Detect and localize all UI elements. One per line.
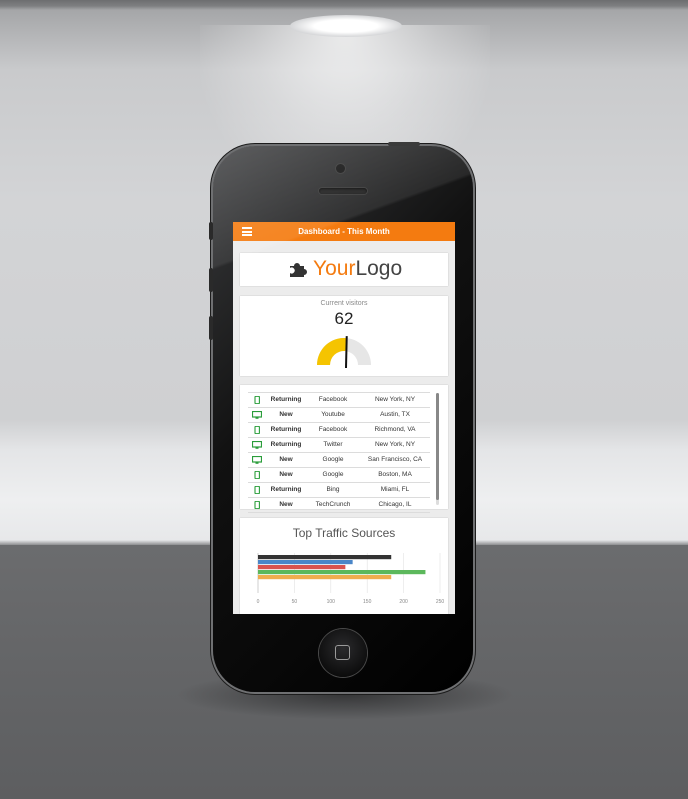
visitor-source: Twitter bbox=[323, 441, 343, 448]
mute-switch bbox=[209, 222, 213, 240]
mobile-icon bbox=[254, 396, 260, 404]
gauge-fill bbox=[317, 338, 347, 365]
volume-down-button bbox=[209, 316, 213, 340]
visitor-type: New bbox=[279, 411, 293, 418]
x-tick-label: 100 bbox=[327, 599, 336, 605]
x-tick-label: 150 bbox=[363, 599, 372, 605]
table-row[interactable]: New TechCrunch Chicago, IL bbox=[248, 498, 430, 513]
visitor-type: Returning bbox=[270, 486, 302, 493]
gauge-needle bbox=[345, 336, 348, 368]
visitor-location: Boston, MA bbox=[378, 471, 412, 478]
visitor-source: Google bbox=[322, 456, 344, 463]
gauge-card: Current visitors 62 bbox=[240, 296, 448, 376]
desktop-icon bbox=[252, 456, 262, 464]
table-row[interactable]: Returning Facebook New York, NY bbox=[248, 392, 430, 408]
bar bbox=[258, 555, 392, 560]
gauge-label: Current visitors bbox=[320, 300, 368, 307]
mobile-icon bbox=[254, 471, 260, 479]
scrollbar-thumb[interactable] bbox=[436, 393, 439, 500]
visitor-source: Facebook bbox=[318, 396, 348, 403]
visitor-location: New York, NY bbox=[374, 441, 416, 448]
x-tick-label: 200 bbox=[399, 599, 408, 605]
mobile-icon bbox=[254, 501, 260, 509]
visitor-location: Richmond, VA bbox=[374, 426, 416, 433]
table-row[interactable]: Returning Facebook Richmond, VA bbox=[248, 423, 430, 438]
visitor-type: New bbox=[279, 471, 293, 478]
visitor-type: New bbox=[279, 456, 293, 463]
visitor-location: Austin, TX bbox=[380, 411, 410, 418]
table-row[interactable]: Returning Bing Miami, FL bbox=[248, 483, 430, 498]
visitors-gauge bbox=[317, 336, 371, 368]
volume-up-button bbox=[209, 268, 213, 292]
logo-text-logo: Logo bbox=[355, 257, 403, 280]
front-camera bbox=[336, 164, 345, 173]
home-square-icon bbox=[335, 645, 350, 660]
power-button bbox=[388, 142, 420, 146]
desktop-icon bbox=[252, 411, 262, 419]
app-header: Dashboard - This Month bbox=[233, 222, 455, 241]
puzzle-piece-icon bbox=[290, 263, 307, 277]
desktop-icon bbox=[252, 441, 262, 449]
visitors-table-card: Returning Facebook New York, NY New Youtube A… bbox=[240, 385, 448, 513]
traffic-chart-card: Top Traffic Sources 0 50 100 150 200 250 bbox=[240, 518, 448, 614]
visitor-type: Returning bbox=[270, 441, 302, 448]
visitor-type: New bbox=[279, 501, 293, 508]
table-row[interactable]: New Youtube Austin, TX bbox=[248, 408, 430, 423]
ceiling-light bbox=[290, 15, 402, 37]
visitor-location: San Francisco, CA bbox=[367, 456, 423, 463]
earpiece-speaker bbox=[319, 188, 367, 194]
visitor-location: Chicago, IL bbox=[378, 501, 412, 508]
x-tick-label: 250 bbox=[436, 599, 445, 605]
hamburger-icon[interactable] bbox=[242, 227, 252, 236]
visitor-source: Bing bbox=[326, 486, 340, 493]
visitor-type: Returning bbox=[270, 426, 302, 433]
visitors-table: Returning Facebook New York, NY New Youtube A… bbox=[248, 392, 430, 513]
visitor-location: New York, NY bbox=[374, 396, 416, 403]
logo-card: Your Logo bbox=[240, 253, 448, 286]
bar bbox=[258, 570, 426, 575]
logo-text-your: Your bbox=[313, 257, 356, 280]
bar bbox=[258, 575, 392, 580]
visitor-source: Google bbox=[322, 471, 344, 478]
visitor-location: Miami, FL bbox=[380, 486, 410, 493]
table-row[interactable]: New Google San Francisco, CA bbox=[248, 453, 430, 468]
mobile-icon bbox=[254, 486, 260, 494]
gauge-value: 62 bbox=[334, 309, 354, 328]
visitor-type: Returning bbox=[270, 396, 302, 403]
x-tick-label: 0 bbox=[257, 599, 260, 605]
visitor-source: Youtube bbox=[321, 411, 345, 418]
visitor-source: Facebook bbox=[318, 426, 348, 433]
chart-title: Top Traffic Sources bbox=[292, 526, 396, 540]
table-row[interactable]: New Google Boston, MA bbox=[248, 468, 430, 483]
x-tick-label: 50 bbox=[292, 599, 298, 605]
phone-screen: Dashboard - This Month Your Logo Current … bbox=[233, 222, 455, 614]
header-title: Dashboard - This Month bbox=[298, 227, 390, 236]
bar bbox=[258, 565, 346, 570]
mobile-icon bbox=[254, 426, 260, 434]
visitor-source: TechCrunch bbox=[315, 501, 351, 508]
bar bbox=[258, 560, 353, 565]
logo: Your Logo bbox=[288, 257, 403, 280]
traffic-sources-chart: 0 50 100 150 200 250 bbox=[257, 553, 445, 605]
table-row[interactable]: Returning Twitter New York, NY bbox=[248, 438, 430, 453]
